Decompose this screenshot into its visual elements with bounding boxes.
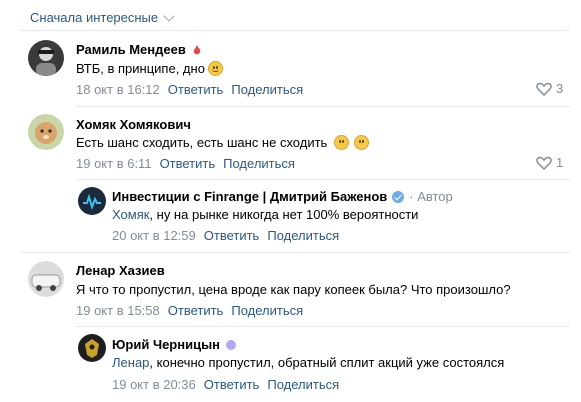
like-button[interactable]: 1 (536, 155, 563, 170)
comment-author[interactable]: Хомяк Хомякович (76, 117, 191, 132)
author-name[interactable]: Юрий Черницын (112, 337, 220, 352)
sort-label: Сначала интересные (30, 10, 159, 25)
comment-meta: 19 окт в 15:58 Ответить Поделиться (76, 303, 303, 318)
comment-text: Хомяк , ну на рынке никогда нет 100% вер… (112, 207, 418, 222)
reply-button[interactable]: Ответить (160, 156, 216, 171)
comment-date[interactable]: 20 окт в 12:59 (112, 228, 196, 243)
flame-icon (193, 44, 201, 54)
comment-text-content: ВТБ, в принципе, дно (76, 61, 205, 76)
reply-mention-link[interactable]: Хомяк (112, 207, 149, 222)
comment-text: ВТБ, в принципе, дно (76, 61, 223, 76)
avatar[interactable] (28, 261, 64, 297)
comment-text-content: , ну на рынке никогда нет 100% вероятнос… (149, 207, 419, 222)
chevron-down-icon (163, 9, 175, 22)
smile-emoji-icon (207, 61, 223, 76)
author-badge: · Автор (409, 189, 453, 204)
author-name[interactable]: Ленар Хазиев (76, 263, 165, 278)
comment-author[interactable]: Юрий Черницын (112, 337, 237, 352)
divider (76, 326, 570, 327)
comment-text: Есть шанс сходить, есть шанс не сходить (76, 135, 370, 150)
avatar[interactable] (28, 114, 64, 150)
reply-mention-link[interactable]: Ленар (112, 355, 149, 370)
comment-meta: 19 окт в 6:11 Ответить Поделиться (76, 156, 295, 171)
divider (76, 179, 570, 180)
comment-date[interactable]: 19 окт в 20:36 (112, 377, 196, 392)
author-name[interactable]: Хомяк Хомякович (76, 117, 191, 132)
sort-dropdown[interactable]: Сначала интересные (30, 9, 175, 25)
neutral-emoji-icon (334, 135, 350, 150)
share-button[interactable]: Поделиться (231, 82, 303, 97)
comment-text-content: Я что то пропустил, цена вроде как пару … (76, 282, 511, 297)
like-button[interactable]: 3 (536, 81, 563, 96)
avatar[interactable] (78, 334, 106, 362)
comment-author[interactable]: Ленар Хазиев (76, 263, 165, 278)
badge-icon (226, 339, 237, 350)
share-button[interactable]: Поделиться (267, 228, 339, 243)
like-count: 3 (556, 81, 564, 96)
verified-icon (392, 190, 405, 203)
comment-meta: 18 окт в 16:12 Ответить Поделиться (76, 82, 303, 97)
reply-button[interactable]: Ответить (204, 377, 260, 392)
share-button[interactable]: Поделиться (223, 156, 295, 171)
comment-date[interactable]: 18 окт в 16:12 (76, 82, 160, 97)
comment-text: Я что то пропустил, цена вроде как пару … (76, 282, 511, 297)
comment-date[interactable]: 19 окт в 6:11 (76, 156, 152, 171)
comment-author[interactable]: Инвестиции с Finrange | Дмитрий Баженов … (112, 189, 453, 204)
comment-text: Ленар , конечно пропустил, обратный спли… (112, 355, 504, 370)
comment-meta: 20 окт в 12:59 Ответить Поделиться (112, 228, 339, 243)
avatar[interactable] (28, 40, 64, 76)
comment-text-content: , конечно пропустил, обратный сплит акци… (149, 355, 505, 370)
avatar[interactable] (78, 187, 106, 215)
upside-down-emoji-icon (354, 135, 370, 150)
divider (20, 30, 570, 31)
comment-text-content: Есть шанс сходить, есть шанс не сходить (76, 135, 328, 150)
reply-button[interactable]: Ответить (204, 228, 260, 243)
divider (76, 106, 570, 107)
divider (20, 252, 570, 253)
author-name[interactable]: Рамиль Мендеев (76, 42, 186, 57)
comment-meta: 19 окт в 20:36 Ответить Поделиться (112, 377, 339, 392)
reply-button[interactable]: Ответить (168, 303, 224, 318)
comment-date[interactable]: 19 окт в 15:58 (76, 303, 160, 318)
share-button[interactable]: Поделиться (231, 303, 303, 318)
share-button[interactable]: Поделиться (267, 377, 339, 392)
comment-author[interactable]: Рамиль Мендеев (76, 42, 203, 57)
author-name[interactable]: Инвестиции с Finrange | Дмитрий Баженов (112, 189, 387, 204)
heart-icon (536, 156, 552, 170)
like-count: 1 (556, 155, 564, 170)
reply-button[interactable]: Ответить (168, 82, 224, 97)
heart-icon (536, 82, 552, 96)
